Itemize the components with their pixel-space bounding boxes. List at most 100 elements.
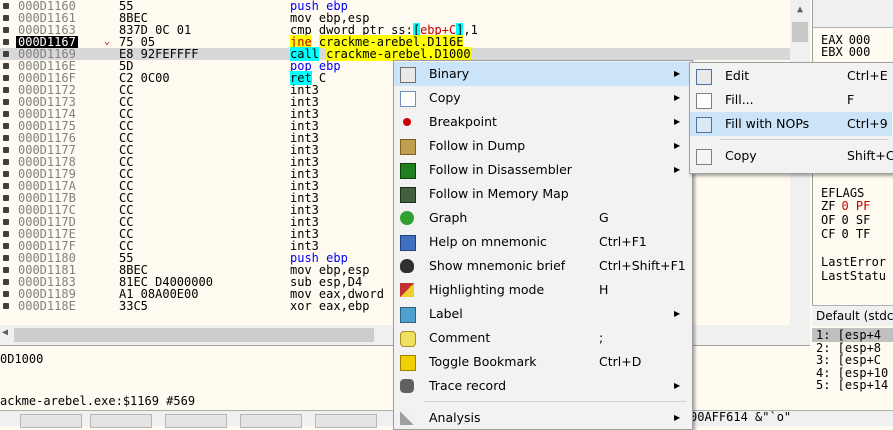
breakpoint-bullet-icon[interactable] <box>3 27 9 33</box>
breakpoint-bullet-icon[interactable] <box>3 171 9 177</box>
submenu-item-edit[interactable]: Edit Ctrl+E <box>690 64 892 88</box>
menu-item-comment[interactable]: Comment; <box>394 326 690 350</box>
stack-arg-row[interactable]: 5: [esp+14 <box>816 378 888 392</box>
register-row[interactable]: EBX 000 <box>821 45 870 59</box>
breakpoint-bullet-icon[interactable] <box>3 195 9 201</box>
breakpoint-bullet-icon[interactable] <box>3 159 9 165</box>
binary-copy-icon <box>696 149 712 165</box>
menu-item-label: Help on mnemonic <box>429 234 547 249</box>
breakpoint-bullet-icon[interactable] <box>3 207 9 213</box>
breakpoint-bullet-icon[interactable] <box>3 183 9 189</box>
menu-item-toggle-bookmark[interactable]: Toggle Bookmark Ctrl+D <box>394 350 690 374</box>
menu-item-label: Edit <box>725 68 750 83</box>
scroll-left-icon[interactable]: ◀ <box>2 327 8 338</box>
menu-item-graph[interactable]: Graph G <box>394 206 690 230</box>
register-row[interactable]: ZF 0 PF <box>821 199 870 213</box>
menu-item-analysis[interactable]: Analysis ▶ <box>394 406 690 430</box>
breakpoint-bullet-icon[interactable] <box>3 3 9 9</box>
menu-item-highlighting-mode[interactable]: Highlighting mode H <box>394 278 690 302</box>
menu-item-label: Breakpoint <box>429 114 497 129</box>
menu-item-show-mnemonic-brief[interactable]: Show mnemonic brief Ctrl+Shift+F1 <box>394 254 690 278</box>
register-value: 000 <box>848 45 871 59</box>
menu-item-label: Analysis <box>429 410 481 425</box>
scroll-thumb[interactable] <box>792 22 808 42</box>
menu-item-breakpoint[interactable]: Breakpoint ▶ <box>394 110 690 134</box>
register-row[interactable]: EFLAGS <box>821 186 870 200</box>
breakpoint-bullet-icon[interactable] <box>3 99 9 105</box>
dump-tab[interactable] <box>20 414 82 428</box>
scroll-up-icon[interactable]: ▲ <box>792 2 808 18</box>
stack-args-pane[interactable]: 1: [esp+4 2: [esp+8 3: [esp+C 4: [esp+10 5: … <box>812 326 893 410</box>
menu-item-follow-in-dump[interactable]: Follow in Dump ▶ <box>394 134 690 158</box>
breakpoint-bullet-icon[interactable] <box>3 291 9 297</box>
register-name: EFLAGS <box>821 186 865 200</box>
menu-item-copy[interactable]: Copy ▶ <box>394 86 690 110</box>
menu-separator <box>424 401 686 402</box>
breakpoint-bullet-icon[interactable] <box>3 231 9 237</box>
breakpoint-bullet-icon[interactable] <box>3 51 9 57</box>
dump-tab[interactable] <box>240 414 302 428</box>
submenu-arrow-icon: ▶ <box>674 141 681 150</box>
register-value: 0 PF <box>841 199 871 213</box>
breakpoint-bullet-icon[interactable] <box>3 147 9 153</box>
menu-item-label: Copy <box>725 148 757 163</box>
menu-separator <box>720 139 888 140</box>
bookmark-icon <box>400 355 416 371</box>
dump-tab[interactable] <box>90 414 152 428</box>
stack-call-convention-header[interactable]: Default (stdca <box>812 305 893 327</box>
breakpoint-bullet-icon[interactable] <box>3 123 9 129</box>
breakpoint-bullet-icon[interactable] <box>3 63 9 69</box>
menu-item-label: Comment <box>429 330 491 345</box>
register-name: LastError <box>821 255 887 269</box>
menu-item-follow-in-disassembler[interactable]: Follow in Disassembler ▶ <box>394 158 690 182</box>
breakpoint-bullet-icon[interactable] <box>3 135 9 141</box>
hscroll-thumb[interactable] <box>14 328 374 342</box>
registers-header[interactable] <box>813 0 893 28</box>
menu-item-label: Follow in Disassembler <box>429 162 572 177</box>
menu-item-label: Follow in Dump <box>429 138 526 153</box>
stack-status-text: 00AFF614 &"`o" <box>690 410 792 424</box>
dump-tab[interactable] <box>165 414 227 428</box>
instruction-token: xor eax,ebp <box>290 299 370 313</box>
menu-item-shortcut: Ctrl+9 <box>847 116 888 131</box>
breakpoint-bullet-icon[interactable] <box>3 267 9 273</box>
trace-icon <box>400 379 414 393</box>
breakpoint-bullet-icon[interactable] <box>3 15 9 21</box>
penguin-icon <box>400 259 414 273</box>
submenu-item-copy[interactable]: Copy Shift+C <box>690 144 893 168</box>
menu-item-binary[interactable]: Binary ▶ <box>394 62 690 86</box>
menu-item-label: Fill with NOPs <box>725 116 810 131</box>
register-row[interactable]: LastError <box>821 255 892 269</box>
breakpoint-bullet-icon[interactable] <box>3 87 9 93</box>
register-row[interactable]: CF 0 TF <box>821 227 870 241</box>
submenu-arrow-icon: ▶ <box>674 165 681 174</box>
breakpoint-bullet-icon[interactable] <box>3 75 9 81</box>
breakpoint-bullet-icon[interactable] <box>3 255 9 261</box>
menu-item-shortcut: G <box>599 210 609 225</box>
submenu-item-fill-with-nops[interactable]: Fill with NOPs Ctrl+9 <box>690 112 892 136</box>
menu-item-trace-record[interactable]: Trace record ▶ <box>394 374 690 398</box>
menu-item-label: Copy <box>429 90 461 105</box>
breakpoint-bullet-icon[interactable] <box>3 303 9 309</box>
register-value: 0 SF <box>841 213 871 227</box>
context-menu: Binary ▶ Copy ▶ Breakpoint ▶ Follow in Dump ▶ Fo… <box>393 60 693 430</box>
row-instruction: xor eax,ebp <box>290 300 369 312</box>
menu-item-help-on-mnemonic[interactable]: Help on mnemonic Ctrl+F1 <box>394 230 690 254</box>
highlight-icon <box>400 283 414 297</box>
submenu-item-fill[interactable]: Fill... F <box>690 88 892 112</box>
register-row[interactable]: LastStatu <box>821 269 892 283</box>
breakpoint-bullet-icon[interactable] <box>3 111 9 117</box>
breakpoint-bullet-icon[interactable] <box>3 243 9 249</box>
instruction-token: ,1 <box>463 23 478 37</box>
graph-icon <box>400 211 414 225</box>
menu-item-follow-in-memory-map[interactable]: Follow in Memory Map <box>394 182 690 206</box>
breakpoint-bullet-icon[interactable] <box>3 279 9 285</box>
menu-item-label: Binary <box>429 66 470 81</box>
register-row[interactable]: OF 0 SF <box>821 213 870 227</box>
breakpoint-bullet-icon[interactable] <box>3 219 9 225</box>
dump-tab[interactable] <box>315 414 377 428</box>
breakpoint-bullet-icon[interactable] <box>3 39 9 45</box>
fill-icon <box>696 93 712 109</box>
menu-item-label[interactable]: Label ▶ <box>394 302 690 326</box>
register-name: OF <box>821 213 836 227</box>
